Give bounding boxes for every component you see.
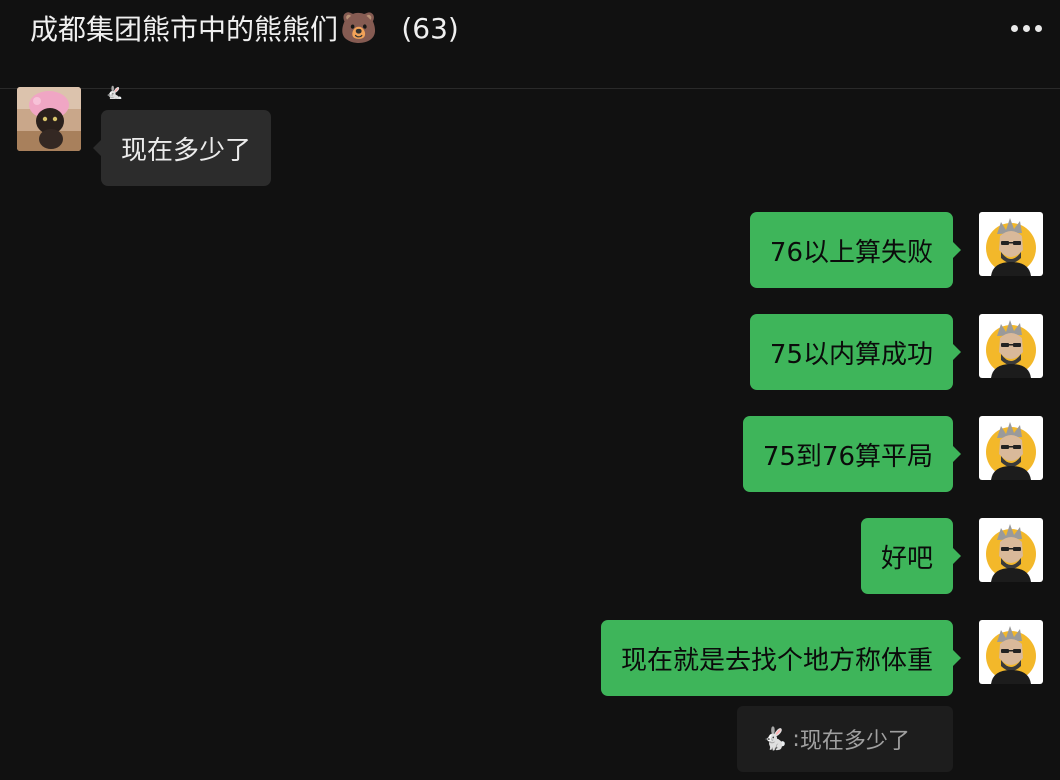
user-avatar[interactable] bbox=[979, 416, 1043, 480]
ellipsis-icon bbox=[1010, 24, 1018, 32]
message-bubble-outgoing[interactable]: 75到76算平局 bbox=[742, 416, 962, 492]
quote-text: 现在多少了 bbox=[799, 729, 910, 754]
user-avatar[interactable] bbox=[979, 212, 1043, 276]
member-count: (63) bbox=[401, 11, 459, 45]
user-avatar[interactable] bbox=[979, 518, 1043, 582]
user-avatar[interactable] bbox=[979, 314, 1043, 378]
more-options-button[interactable] bbox=[1002, 8, 1050, 48]
message-bubble-outgoing[interactable]: 现在就是去找个地方称体重 bbox=[600, 620, 962, 696]
message-bubble-incoming[interactable]: 现在多少了 bbox=[92, 110, 272, 186]
chat-title[interactable]: 成都集团熊市中的熊熊们 🐻 (63) bbox=[30, 8, 459, 48]
quote-separator: : bbox=[792, 726, 800, 752]
message-bubble-outgoing[interactable]: 76以上算失败 bbox=[749, 212, 962, 288]
rabbit-icon: 🐇 bbox=[761, 726, 789, 752]
chat-header: 成都集团熊市中的熊熊们 🐻 (63) bbox=[0, 0, 1060, 89]
ellipsis-icon-dot bbox=[1022, 24, 1030, 32]
bear-emoji-icon: 🐻 bbox=[340, 10, 378, 46]
group-name: 成都集团熊市中的熊熊们 bbox=[30, 13, 339, 46]
message-list[interactable]: 🐇 现在多少了 76以上算失败 75以内算成功 75到76算平局 好吧 现在就是… bbox=[0, 85, 1060, 780]
message-bubble-outgoing[interactable]: 好吧 bbox=[860, 518, 962, 594]
message-bubble-outgoing[interactable]: 75以内算成功 bbox=[749, 314, 962, 390]
sender-name-rabbit-icon: 🐇 bbox=[104, 85, 124, 99]
user-avatar[interactable] bbox=[979, 620, 1043, 684]
ellipsis-icon-dot bbox=[1034, 24, 1042, 32]
cat-avatar[interactable] bbox=[17, 87, 81, 151]
quoted-message[interactable]: 🐇 : 现在多少了 bbox=[737, 706, 953, 772]
